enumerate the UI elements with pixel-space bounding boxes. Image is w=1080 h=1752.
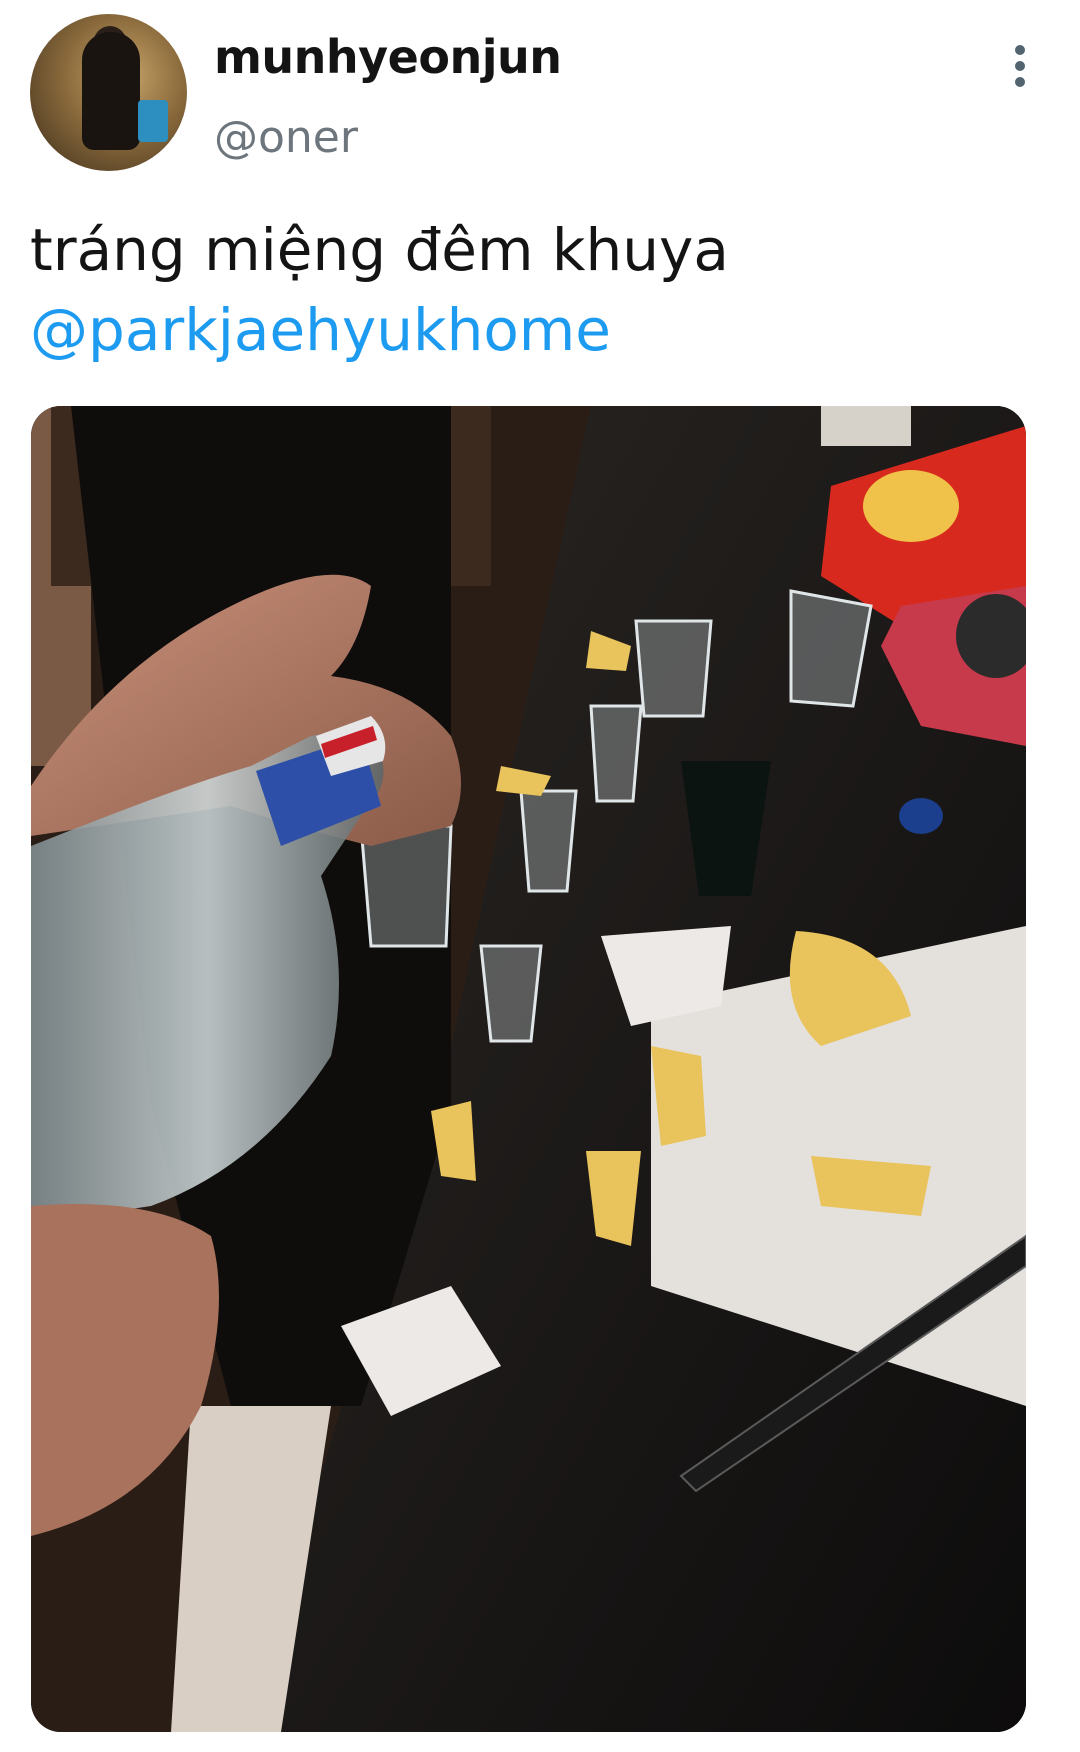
avatar-body-shape — [82, 32, 140, 150]
tweet-text: tráng miệng đêm khuya @parkjaehyukhome — [30, 210, 1030, 370]
more-vertical-icon[interactable] — [1010, 44, 1030, 88]
avatar[interactable] — [30, 14, 187, 171]
tweet-text-line: tráng miệng đêm khuya — [30, 216, 729, 284]
author-display-name[interactable]: munhyeonjun — [214, 30, 562, 84]
author-handle[interactable]: @oner — [214, 112, 358, 163]
photo-illustration — [31, 406, 1026, 1732]
tweet-photo[interactable] — [31, 406, 1026, 1732]
tweet-card: munhyeonjun @oner tráng miệng đêm khuya … — [0, 0, 1080, 1752]
mention-link[interactable]: @parkjaehyukhome — [30, 290, 1030, 370]
avatar-cup-shape — [138, 100, 168, 142]
tweet-header: munhyeonjun @oner — [0, 0, 1080, 190]
